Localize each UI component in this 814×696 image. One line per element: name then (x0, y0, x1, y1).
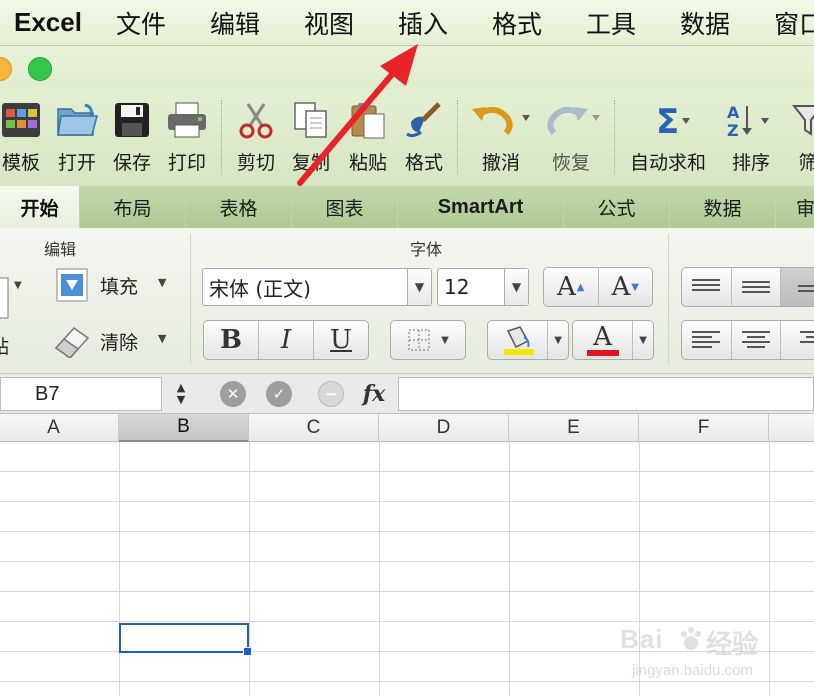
annotation-arrow (297, 44, 418, 186)
excel-window: Excel 文件 编辑 视图 插入 格式 工具 数据 窗口 模板 打开 保存 打… (0, 0, 814, 696)
